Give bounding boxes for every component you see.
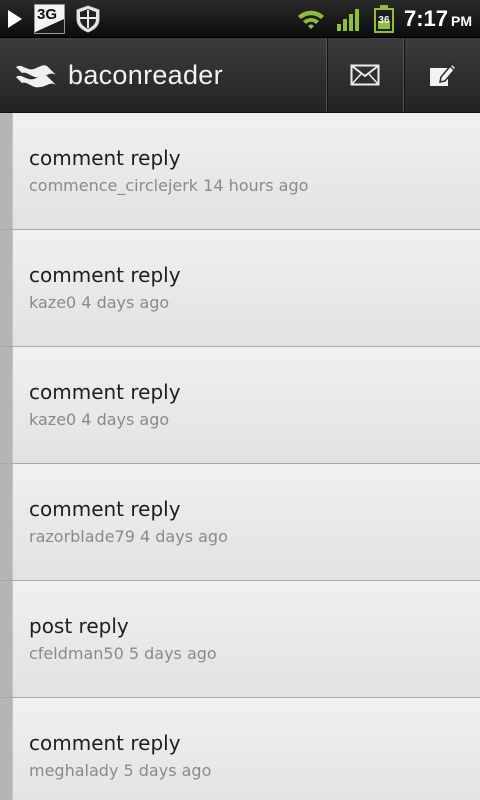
play-icon <box>8 9 22 28</box>
unread-indicator <box>0 698 13 800</box>
compose-button[interactable] <box>403 38 480 112</box>
unread-indicator <box>0 347 13 463</box>
battery-level: 36 <box>378 14 390 26</box>
status-bar-left: 3G <box>6 3 111 34</box>
app-title: baconreader <box>68 59 223 90</box>
clock-time: 7:17 <box>403 5 448 31</box>
compose-icon <box>430 62 457 86</box>
message-title: comment reply <box>29 263 181 287</box>
unread-indicator <box>0 113 13 229</box>
message-meta: kaze0 4 days ago <box>29 410 170 429</box>
list-item[interactable]: comment reply razorblade79 4 days ago <box>0 464 480 581</box>
unread-indicator <box>0 230 13 346</box>
list-item[interactable]: comment reply kaze0 4 days ago <box>0 230 480 347</box>
mail-icon <box>350 64 380 86</box>
battery-icon: 36 <box>373 4 394 33</box>
message-title: comment reply <box>29 380 181 404</box>
action-bar: baconreader <box>0 38 480 113</box>
wifi-icon <box>297 10 324 29</box>
baconreader-logo-icon <box>16 65 56 88</box>
unread-indicator <box>0 464 13 580</box>
message-title: comment reply <box>29 497 181 521</box>
list-item[interactable]: comment reply commence_circlejerk 14 hou… <box>0 113 480 230</box>
message-meta: cfeldman50 5 days ago <box>29 644 217 663</box>
message-title: comment reply <box>29 146 181 170</box>
message-list: comment reply commence_circlejerk 14 hou… <box>0 113 480 800</box>
message-meta: meghalady 5 days ago <box>29 761 212 780</box>
signal-icon <box>336 8 359 31</box>
list-item[interactable]: comment reply kaze0 4 days ago <box>0 347 480 464</box>
message-meta: kaze0 4 days ago <box>29 293 170 312</box>
message-meta: commence_circlejerk 14 hours ago <box>29 176 309 195</box>
clock-ampm: PM <box>451 12 472 29</box>
list-item[interactable]: post reply cfeldman50 5 days ago <box>0 581 480 698</box>
status-bar: 3G 36 7:17 PM <box>0 0 480 38</box>
status-bar-right: 36 7:17 PM <box>296 4 474 33</box>
shield-icon <box>76 4 100 33</box>
message-title: post reply <box>29 614 129 638</box>
app-brand[interactable]: baconreader <box>0 38 326 112</box>
message-title: comment reply <box>29 731 181 755</box>
message-meta: razorblade79 4 days ago <box>29 527 228 546</box>
network-3g-icon: 3G <box>34 3 65 34</box>
unread-indicator <box>0 581 13 697</box>
inbox-button[interactable] <box>326 38 403 112</box>
status-clock: 7:17 PM <box>404 6 472 32</box>
list-item[interactable]: comment reply meghalady 5 days ago <box>0 698 480 800</box>
